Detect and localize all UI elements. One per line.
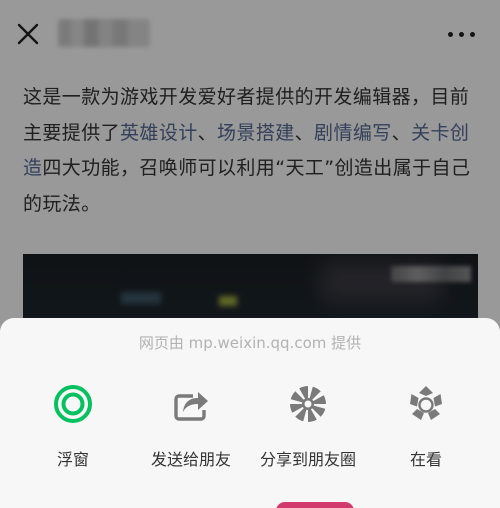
action-label: 发送给朋友 — [150, 450, 231, 469]
share-to-moments-button[interactable]: 分享到朋友圈 — [253, 378, 363, 478]
send-to-friend-button[interactable]: 发送给朋友 — [136, 378, 246, 478]
wow-icon — [410, 386, 442, 420]
send-to-friend-icon — [174, 392, 208, 421]
action-label: 分享到朋友圈 — [259, 450, 356, 469]
wow-button[interactable]: 在看 — [371, 378, 481, 478]
moments-icon — [290, 386, 326, 422]
floating-window-button[interactable]: 浮窗 — [18, 378, 128, 478]
share-sheet: 网页由 mp.weixin.qq.com 提供 浮窗 发送给朋友 分享到朋友圈 … — [0, 318, 500, 508]
next-row-action-partial[interactable] — [276, 502, 354, 508]
screen: 这是一款为游戏开发爱好者提供的开发编辑器，目前主要提供了英雄设计、场景搭建、剧情… — [0, 0, 500, 508]
floating-window-icon — [54, 385, 92, 423]
action-label: 浮窗 — [56, 450, 89, 469]
action-label: 在看 — [409, 450, 442, 469]
source-text: 网页由 mp.weixin.qq.com 提供 — [138, 334, 362, 352]
